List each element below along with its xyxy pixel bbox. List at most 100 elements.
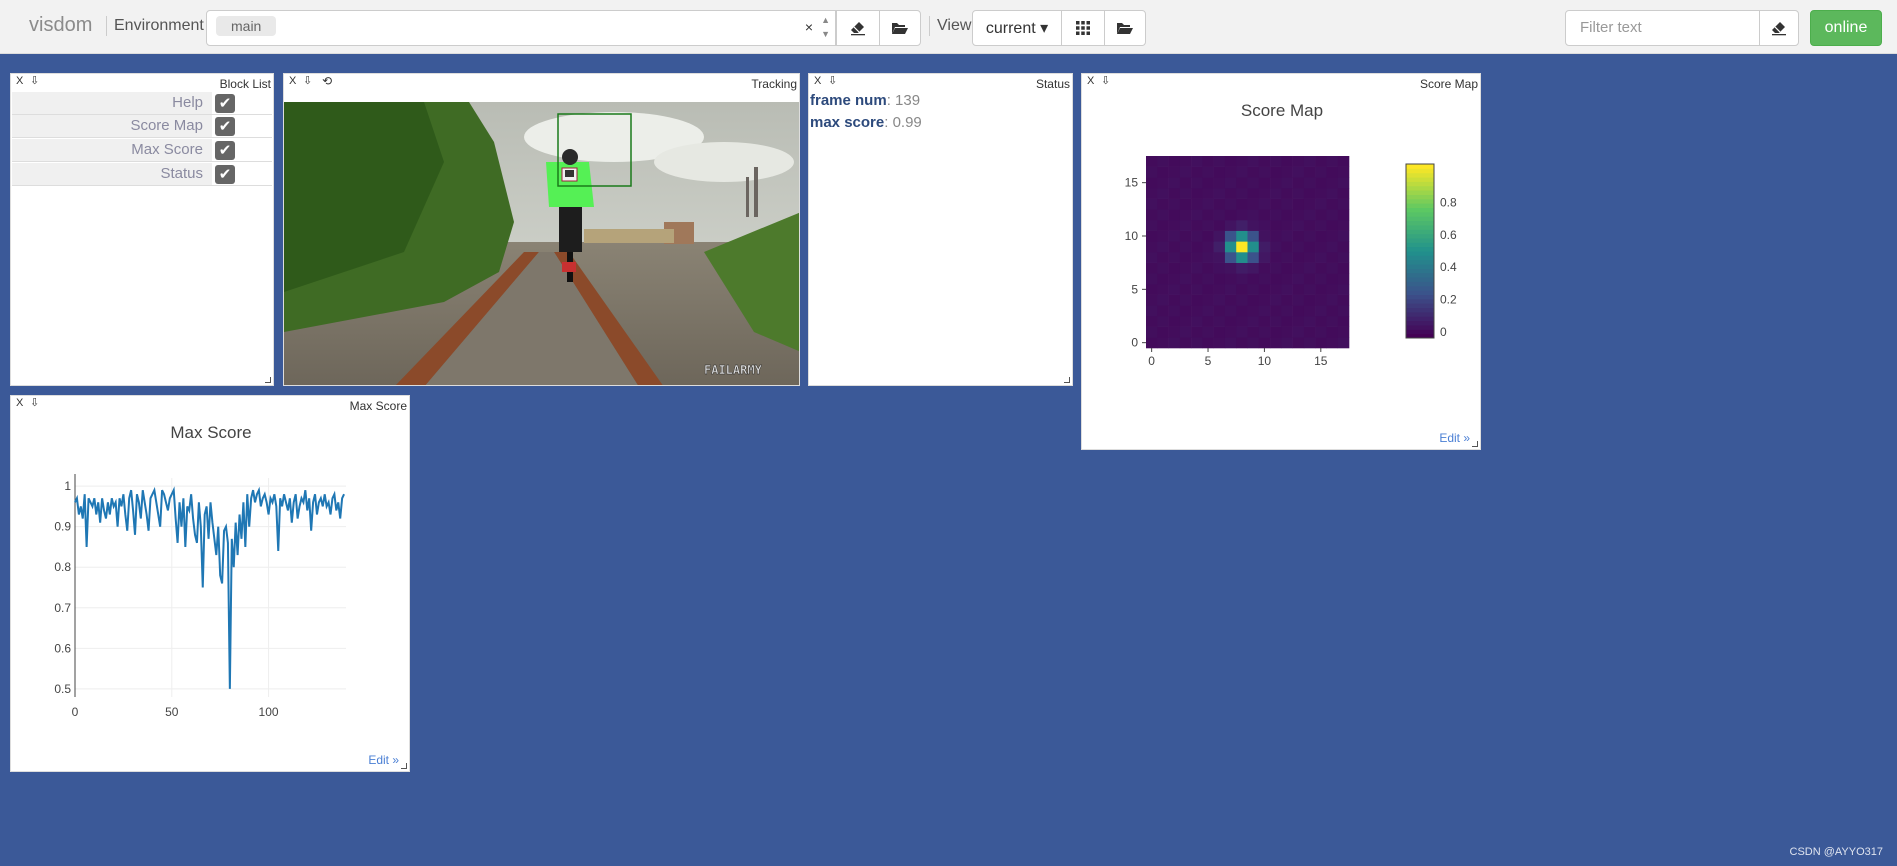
colorbar-segment (1406, 259, 1434, 265)
heatmap-cell (1146, 188, 1158, 199)
refresh-icon[interactable]: ⟲ (322, 74, 332, 88)
list-item[interactable]: Help ✔ (12, 92, 272, 115)
resize-handle[interactable] (401, 763, 407, 769)
colorbar-segment (1406, 329, 1434, 335)
checkmark-icon[interactable]: ✔ (215, 117, 235, 136)
checkmark-icon[interactable]: ✔ (215, 165, 235, 184)
pane-toolbar: X ⇩ Status (809, 74, 1072, 92)
colorbar-segment (1406, 303, 1434, 309)
heatmap-cell (1303, 273, 1316, 285)
status-pane[interactable]: X ⇩ Status frame num: 139 max score: 0.9… (808, 73, 1073, 386)
heatmap-cell (1247, 220, 1260, 231)
heatmap-cell (1247, 156, 1260, 167)
score-map-pane[interactable]: X ⇩ Score Map Score Map 0 5 10 15 0 5 10 15 0 0.2 0… (1081, 73, 1481, 450)
edit-link[interactable]: Edit » (368, 753, 399, 767)
heatmap-cell (1258, 230, 1271, 242)
heatmap-cell (1146, 156, 1158, 167)
resize-handle[interactable] (265, 377, 271, 383)
colorbar-segment (1406, 211, 1434, 217)
edit-link[interactable]: Edit » (1439, 431, 1470, 445)
checkmark-icon[interactable]: ✔ (215, 94, 235, 113)
heatmap-cell (1202, 230, 1214, 242)
spinner-arrows-icon[interactable]: ▲ ▼ (821, 13, 830, 41)
resize-handle[interactable] (1472, 441, 1478, 447)
manage-views-button[interactable] (1104, 10, 1146, 46)
heatmap-cell (1281, 156, 1293, 167)
heatmap-cell (1146, 262, 1158, 274)
heatmap-cell (1191, 273, 1203, 285)
heatmap-cell (1191, 198, 1203, 210)
environment-chip-main[interactable]: main (216, 16, 277, 36)
heatmap-cell (1270, 230, 1282, 242)
heatmap-cell (1157, 241, 1169, 253)
heatmap-cell (1315, 177, 1327, 189)
checkmark-icon[interactable]: ✔ (215, 141, 235, 160)
download-icon[interactable]: ⇩ (828, 74, 837, 87)
heatmap-cell (1292, 326, 1305, 338)
manage-environments-button[interactable] (879, 10, 921, 46)
close-icon[interactable]: X (16, 75, 23, 87)
heatmap-cell (1236, 177, 1248, 189)
heatmap-cell (1157, 326, 1169, 338)
heatmap-cell (1224, 326, 1237, 338)
colorbar-segment (1406, 181, 1434, 187)
clear-environment-button[interactable] (836, 10, 880, 46)
heatmap-cell (1281, 262, 1293, 274)
heatmap-cell (1236, 284, 1248, 295)
colorbar-segment (1406, 224, 1434, 230)
heatmap-cell (1247, 273, 1260, 285)
download-icon[interactable]: ⇩ (303, 74, 312, 87)
heatmap-cell (1281, 209, 1293, 221)
heatmap-cell (1236, 273, 1248, 285)
view-select-button[interactable]: current ▾ (972, 10, 1062, 46)
environment-select[interactable]: main × ▲ ▼ (206, 10, 836, 46)
heatmap-cell (1303, 209, 1316, 221)
connection-status-button[interactable]: online (1810, 10, 1882, 46)
heatmap-cell (1191, 294, 1203, 306)
repack-button[interactable] (1061, 10, 1105, 46)
download-icon[interactable]: ⇩ (30, 74, 39, 87)
heatmap-cell (1224, 305, 1237, 317)
heatmap-cell (1270, 273, 1282, 285)
heatmap-cell (1157, 220, 1169, 231)
filter-text-input[interactable]: Filter text (1565, 10, 1760, 46)
heatmap-cell (1202, 209, 1214, 221)
tracking-pane[interactable]: X ⇩ ⟲ Tracking FAILARMY (283, 73, 800, 386)
heatmap-cell (1281, 241, 1293, 253)
watermark-text: FAILARMY (704, 363, 763, 377)
list-item[interactable]: Max Score ✔ (12, 139, 272, 162)
x-tick-label: 0 (72, 705, 79, 719)
heatmap-cell (1315, 252, 1327, 263)
block-list-pane[interactable]: X ⇩ Block List Help ✔ Score Map ✔ Max Sc… (10, 73, 274, 386)
heatmap-cell (1258, 337, 1271, 349)
list-item[interactable]: Score Map ✔ (12, 115, 272, 138)
heatmap-cell (1258, 198, 1271, 210)
resize-handle[interactable] (1064, 377, 1070, 383)
heatmap-cell (1146, 284, 1158, 295)
clear-icon[interactable]: × (805, 19, 813, 35)
heatmap-cell (1337, 166, 1350, 178)
heatmap-cell (1168, 177, 1181, 189)
heatmap-cell (1326, 273, 1339, 285)
heatmap-cell (1303, 252, 1316, 263)
max-score-pane[interactable]: X ⇩ Max Score Max Score 0.5 0.6 0.7 0.8 0.9 1 0… (10, 395, 410, 772)
close-icon[interactable]: X (289, 75, 296, 87)
colorbar-tick-label: 0 (1440, 325, 1447, 339)
heatmap-cell (1281, 177, 1293, 189)
close-icon[interactable]: X (814, 75, 821, 87)
colorbar-segment (1406, 168, 1434, 174)
heatmap-cell (1270, 188, 1282, 199)
list-item[interactable]: Status ✔ (12, 163, 272, 186)
heatmap-cell (1157, 156, 1169, 167)
heatmap-cell (1292, 316, 1305, 327)
max-score-chart[interactable]: Max Score 0.5 0.6 0.7 0.8 0.9 1 0 50 100 (11, 396, 410, 772)
pane-title: Block List (219, 77, 271, 91)
heatmap-cell (1337, 220, 1350, 231)
score-map-chart[interactable]: Score Map 0 5 10 15 0 5 10 15 0 0.2 0.4 0.6 0.8 (1082, 74, 1481, 450)
heatmap-cell (1202, 198, 1214, 210)
heatmap-cell (1168, 230, 1181, 242)
heatmap-cell (1315, 316, 1327, 327)
heatmap-cell (1213, 209, 1226, 221)
clear-filter-button[interactable] (1759, 10, 1799, 46)
heatmap-cell (1337, 284, 1350, 295)
